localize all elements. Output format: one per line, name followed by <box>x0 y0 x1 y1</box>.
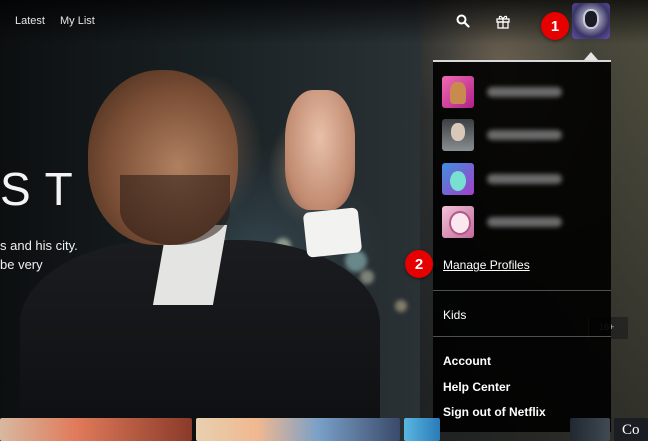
bokeh-light <box>360 270 374 284</box>
gift-icon[interactable] <box>492 10 514 32</box>
help-center-link[interactable]: Help Center <box>443 380 510 394</box>
profile-name-blurred <box>487 217 562 227</box>
hero-title: ST <box>0 163 87 215</box>
profile-item[interactable] <box>442 76 582 108</box>
hero-figure-beard <box>120 175 230 245</box>
profile-avatar-button[interactable] <box>572 3 610 39</box>
hero-figure-hand <box>285 90 355 210</box>
bokeh-light <box>395 300 407 312</box>
title-thumbnail[interactable]: Co <box>614 418 648 441</box>
hero-description-line: be very <box>0 257 43 272</box>
profile-item[interactable] <box>442 163 582 195</box>
hero-description: s and his city. be very <box>0 236 86 274</box>
search-icon[interactable] <box>452 10 474 32</box>
profile-avatar-man-icon <box>442 119 474 151</box>
account-link[interactable]: Account <box>443 354 491 368</box>
profile-dropdown-menu: Manage Profiles Kids Account Help Center… <box>433 60 611 432</box>
sign-out-link[interactable]: Sign out of Netflix <box>443 405 546 419</box>
step-badge-1: 1 <box>541 12 569 40</box>
profile-avatar-blue-creature-icon <box>442 163 474 195</box>
title-thumbnail[interactable] <box>404 418 440 441</box>
profile-item[interactable] <box>442 206 582 238</box>
hero-description-line: s and his city. <box>0 238 78 253</box>
kids-link[interactable]: Kids <box>443 308 466 322</box>
nav-my-list-link[interactable]: My List <box>60 15 95 27</box>
profile-name-blurred <box>487 87 562 97</box>
hero-figure-cuff <box>302 207 363 258</box>
title-row: Co <box>0 418 648 441</box>
profile-avatar-pink-character-icon <box>442 206 474 238</box>
menu-divider <box>433 336 611 337</box>
title-thumbnail[interactable] <box>196 418 400 441</box>
step-badge-2: 2 <box>405 250 433 278</box>
title-thumbnail[interactable] <box>570 418 610 441</box>
profile-name-blurred <box>487 174 562 184</box>
profile-item[interactable] <box>442 119 582 151</box>
nav-latest-link[interactable]: Latest <box>15 15 45 27</box>
thumbnail-title-text: Co <box>622 422 640 438</box>
menu-caret-icon <box>584 52 598 60</box>
profile-avatar-pink-horse-icon <box>442 76 474 108</box>
profile-name-blurred <box>487 130 562 140</box>
title-thumbnail[interactable] <box>0 418 192 441</box>
robot-avatar-icon <box>583 9 599 29</box>
manage-profiles-link[interactable]: Manage Profiles <box>443 258 530 272</box>
menu-divider <box>433 290 611 291</box>
